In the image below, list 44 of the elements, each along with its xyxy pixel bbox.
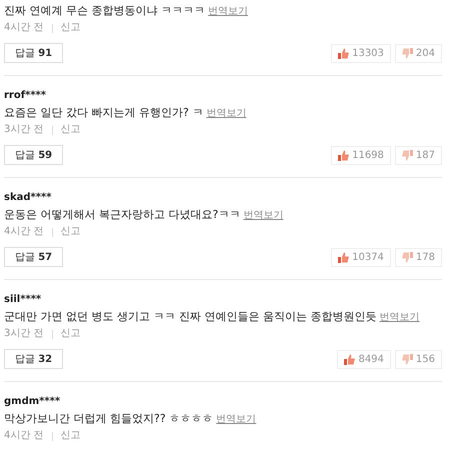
timestamp: 4시간 전 [4, 429, 44, 443]
thumbs-down-icon [402, 48, 413, 58]
comment-text: 진짜 연예계 무슨 종합병동이냐 ㅋㅋㅋㅋ [4, 4, 205, 17]
report-link[interactable]: 신고 [60, 20, 81, 36]
like-button[interactable]: 8494 [337, 350, 391, 368]
like-button[interactable]: 13303 [331, 44, 391, 62]
username: rrof**** [4, 89, 48, 103]
report-link[interactable]: 신고 [60, 428, 81, 444]
username: siil**** [4, 293, 42, 307]
reply-button[interactable]: 답글 91 [4, 43, 64, 63]
username: skad**** [4, 191, 52, 205]
reply-button[interactable]: 답글 57 [4, 247, 64, 267]
reply-button[interactable]: 답글 59 [4, 145, 64, 165]
comment-text: 막상가보니간 더럽게 힘들었지?? ㅎㅎㅎㅎ [4, 412, 214, 425]
thumbs-up-icon [338, 252, 350, 262]
thumbs-down-icon [402, 252, 413, 262]
timestamp: 3시간 전 [4, 327, 44, 341]
comment-text: 요즘은 일단 갔다 빠지는게 유행인가? ㅋ [4, 106, 204, 119]
report-link[interactable]: 신고 [60, 224, 81, 240]
dislike-button[interactable]: 204 [394, 44, 442, 62]
comment-text: 운동은 어떻게해서 복근자랑하고 다녔대요?ㅋㅋ [4, 208, 240, 221]
dislike-button[interactable]: 156 [394, 350, 442, 368]
comment-text: 군대만 가면 없던 병도 생기고 ㅋㅋ 진짜 연예인들은 움직이는 종합병원인듯 [4, 310, 376, 323]
like-button[interactable]: 10374 [331, 248, 391, 266]
timestamp: 4시간 전 [4, 21, 44, 35]
timestamp: 4시간 전 [4, 225, 44, 239]
report-link[interactable]: 신고 [60, 122, 81, 138]
timestamp: 3시간 전 [4, 123, 44, 137]
thumbs-up-icon [344, 354, 356, 364]
reply-button[interactable]: 답글 32 [4, 349, 64, 369]
translate-link[interactable]: 번역보기 [379, 312, 420, 323]
thumbs-down-icon [402, 354, 413, 364]
dislike-button[interactable]: 187 [394, 146, 442, 164]
translate-link[interactable]: 번역보기 [216, 414, 256, 425]
thumbs-up-icon [338, 150, 350, 160]
translate-link[interactable]: 번역보기 [206, 108, 246, 119]
dislike-button[interactable]: 178 [394, 248, 442, 266]
thumbs-down-icon [402, 150, 413, 160]
username: gmdm**** [4, 395, 62, 409]
translate-link[interactable]: 번역보기 [208, 6, 248, 17]
report-link[interactable]: 신고 [60, 326, 81, 342]
thumbs-up-icon [338, 48, 350, 58]
translate-link[interactable]: 번역보기 [243, 210, 284, 221]
like-button[interactable]: 11698 [331, 146, 391, 164]
